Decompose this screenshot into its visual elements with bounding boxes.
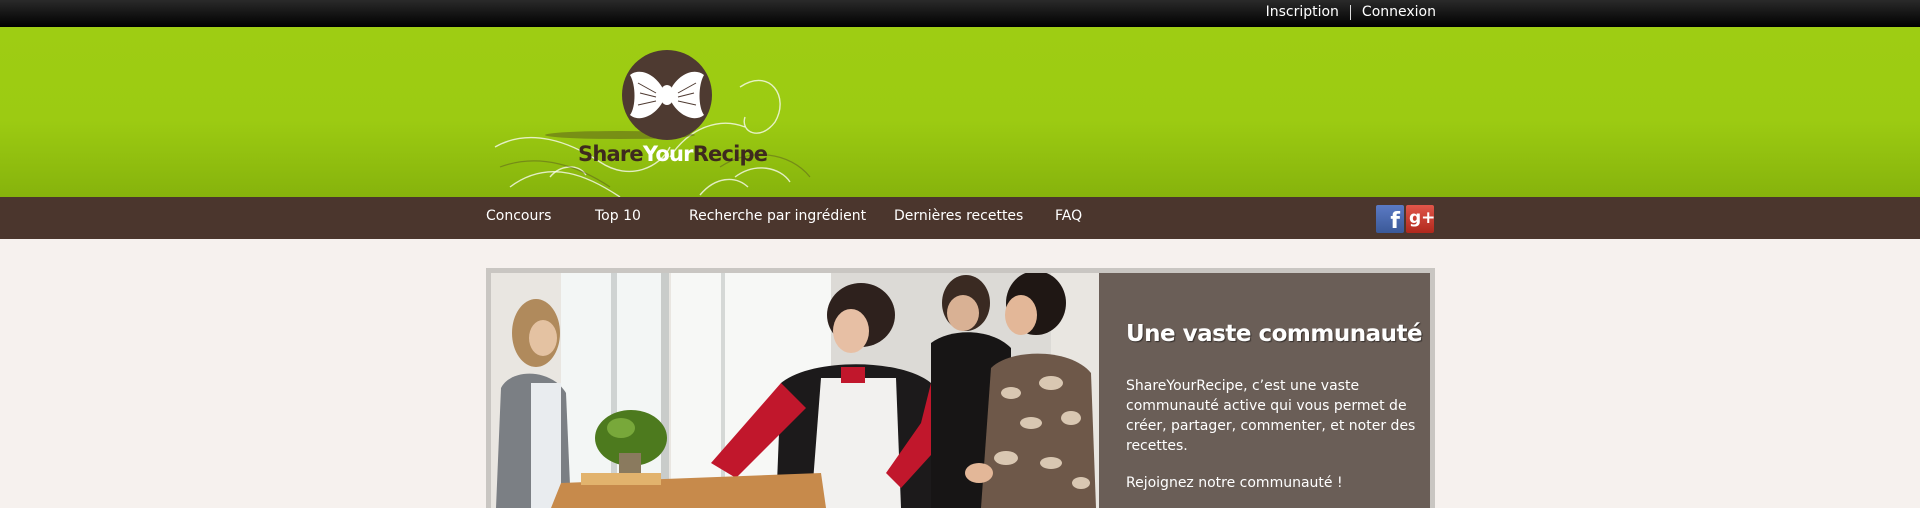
facebook-glyph: f [1390, 209, 1400, 234]
facebook-icon[interactable]: f [1376, 205, 1404, 234]
auth-links: Inscription Connexion [1266, 4, 1436, 20]
nav-top10[interactable]: Top 10 [595, 208, 641, 224]
googleplus-icon[interactable]: g+ [1406, 205, 1436, 233]
nav-latest-recipes[interactable]: Dernières recettes [894, 208, 1023, 224]
main-nav: Concours Top 10 Recherche par ingrédient… [0, 197, 1920, 239]
nav-ingredient-search[interactable]: Recherche par ingrédient [689, 208, 866, 224]
slide-title: Une vaste communauté [1126, 321, 1423, 347]
slide-cta[interactable]: Rejoignez notre communauté ! [1126, 473, 1416, 493]
slide-caption: Une vaste communauté ShareYourRecipe, c’… [1099, 273, 1430, 508]
nav-faq[interactable]: FAQ [1055, 208, 1082, 224]
googleplus-glyph: g+ [1409, 208, 1436, 228]
brand-recipe: Recipe [692, 142, 768, 166]
brand-name: ShareYourRecipe [578, 142, 768, 166]
site-header [0, 27, 1920, 197]
brand-your: Your [642, 142, 694, 166]
hero-slide[interactable]: Une vaste communauté ShareYourRecipe, c’… [491, 273, 1430, 508]
brand-share: Share [578, 142, 644, 166]
register-link[interactable]: Inscription [1266, 4, 1339, 20]
site-logo[interactable] [490, 27, 860, 197]
divider [1349, 4, 1351, 20]
top-bar: Inscription Connexion [0, 0, 1920, 27]
nav-concours[interactable]: Concours [486, 208, 551, 224]
login-link[interactable]: Connexion [1362, 4, 1436, 20]
slide-description: ShareYourRecipe, c’est une vaste communa… [1126, 378, 1416, 454]
